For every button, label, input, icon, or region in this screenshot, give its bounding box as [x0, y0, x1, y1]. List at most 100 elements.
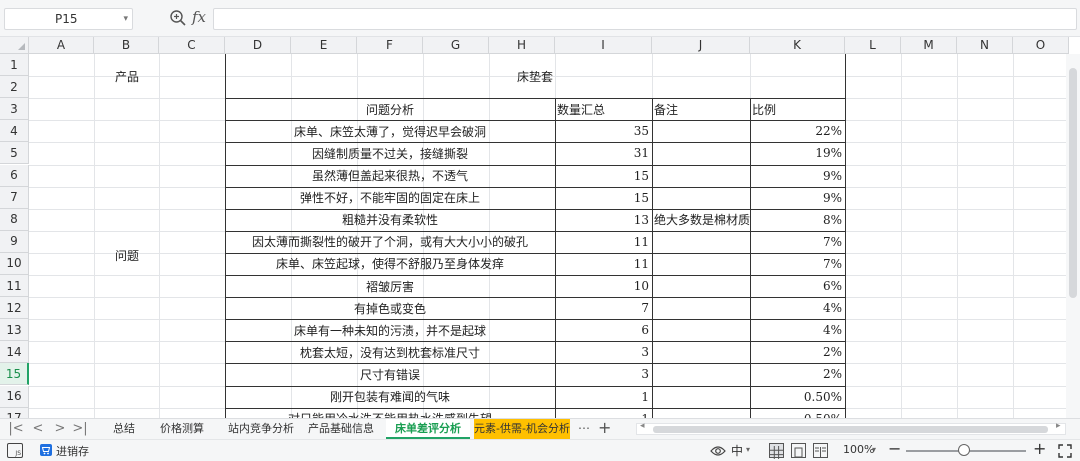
cell-count[interactable]: 35 [555, 120, 652, 142]
cell-note[interactable] [652, 363, 750, 385]
add-sheet-button[interactable]: + [598, 418, 611, 438]
input-language-label[interactable]: 中 [731, 442, 743, 459]
chevron-down-icon[interactable]: ▾ [872, 445, 876, 454]
cell-issue[interactable]: 虽然薄但盖起来很热，不透气 [225, 165, 555, 187]
cell-count[interactable]: 11 [555, 231, 652, 253]
cell-count[interactable]: 11 [555, 253, 652, 275]
row-header[interactable]: 13 [0, 319, 29, 342]
scroll-right-icon[interactable]: ▸ [1056, 421, 1061, 431]
zoom-slider-handle[interactable] [958, 444, 970, 456]
cell-count[interactable]: 3 [555, 341, 652, 363]
cell-ratio[interactable]: 8% [750, 209, 845, 231]
cell-note[interactable] [652, 297, 750, 319]
inventory-link[interactable]: 进销存 [56, 443, 89, 459]
eye-protection-icon[interactable] [710, 444, 726, 458]
cell-count[interactable]: 3 [555, 363, 652, 385]
cell-header-count[interactable]: 数量汇总 [555, 98, 652, 120]
cell-ratio[interactable]: 7% [750, 231, 845, 253]
cell-ratio[interactable]: 0.50% [750, 408, 845, 418]
column-header[interactable]: I [555, 37, 652, 54]
column-header[interactable]: E [291, 37, 357, 54]
cell-note[interactable] [652, 275, 750, 297]
cell-note[interactable] [652, 253, 750, 275]
cell-count[interactable]: 15 [555, 165, 652, 187]
row-header[interactable]: 5 [0, 142, 29, 165]
vertical-scrollbar-thumb[interactable] [1069, 68, 1077, 298]
sheet-tab[interactable]: 产品基础信息 [306, 419, 376, 439]
vertical-scrollbar[interactable] [1066, 54, 1080, 418]
column-header[interactable]: O [1013, 37, 1069, 54]
macro-icon[interactable]: JS [7, 443, 23, 458]
column-header[interactable]: N [957, 37, 1013, 54]
cell-header-note[interactable]: 备注 [652, 98, 750, 120]
row-header[interactable]: 4 [0, 120, 29, 143]
chevron-down-icon[interactable]: ▾ [123, 9, 128, 29]
cell-ratio[interactable]: 22% [750, 120, 845, 142]
cell-issue[interactable]: 床单、床笠起球，使得不舒服乃至身体发痒 [225, 253, 555, 275]
cell-ratio[interactable]: 0.50% [750, 386, 845, 408]
next-sheet-icon[interactable]: > [52, 419, 68, 439]
cell-issue[interactable]: 弹性不好，不能牢固的固定在床上 [225, 187, 555, 209]
normal-view-icon[interactable] [769, 443, 784, 459]
cell-note[interactable] [652, 319, 750, 341]
row-header[interactable]: 8 [0, 208, 29, 231]
cell-product-header[interactable]: 产品 [29, 54, 225, 98]
cell-count[interactable]: 31 [555, 142, 652, 164]
row-header[interactable]: 14 [0, 341, 29, 364]
cell-product-name[interactable]: 床垫套 [225, 54, 845, 98]
cell-note[interactable] [652, 165, 750, 187]
cell-issue-label[interactable]: 问题 [29, 98, 225, 414]
row-header[interactable]: 1 [0, 54, 29, 77]
column-header[interactable]: J [652, 37, 750, 54]
chevron-down-icon[interactable]: ▾ [746, 445, 750, 454]
cell-issue[interactable]: 有掉色或变色 [225, 297, 555, 319]
row-header[interactable]: 10 [0, 252, 29, 275]
cell-ratio[interactable]: 2% [750, 363, 845, 385]
fx-icon[interactable]: fx [192, 8, 206, 26]
scroll-left-icon[interactable]: ◂ [640, 421, 645, 431]
row-header[interactable]: 9 [0, 230, 29, 253]
cell-ratio[interactable]: 6% [750, 275, 845, 297]
cell-count[interactable]: 7 [555, 297, 652, 319]
cell-note[interactable] [652, 408, 750, 418]
cell-count[interactable]: 10 [555, 275, 652, 297]
row-header[interactable]: 15 [0, 363, 29, 386]
column-header[interactable]: M [901, 37, 957, 54]
zoom-level-label[interactable]: 100% [843, 443, 874, 456]
cell-issue[interactable]: 床单有一种未知的污渍，并不是起球 [225, 319, 555, 341]
row-header[interactable]: 3 [0, 98, 29, 121]
cell-note[interactable] [652, 231, 750, 253]
row-header[interactable]: 12 [0, 297, 29, 320]
prev-sheet-icon[interactable]: < [30, 419, 46, 439]
page-layout-view-icon[interactable] [791, 443, 806, 458]
cell-ratio[interactable]: 7% [750, 253, 845, 275]
cell-note[interactable] [652, 187, 750, 209]
reading-view-icon[interactable] [813, 443, 828, 458]
formula-input[interactable] [213, 8, 1077, 30]
cell-count[interactable]: 13 [555, 209, 652, 231]
column-header[interactable]: K [750, 37, 845, 54]
cell-issue[interactable]: 枕套太短，没有达到枕套标准尺寸 [225, 341, 555, 363]
row-header[interactable]: 6 [0, 164, 29, 187]
zoom-in-button[interactable]: + [1033, 439, 1046, 458]
column-header[interactable]: G [423, 37, 489, 54]
cell-issue[interactable]: 床单、床笠太薄了，觉得迟早会破洞 [225, 120, 555, 142]
cell-issue[interactable]: 粗糙并没有柔软性 [225, 209, 555, 231]
first-sheet-icon[interactable]: |< [8, 419, 24, 439]
sheet-tab[interactable]: 总结 [104, 419, 144, 439]
cell-ratio[interactable]: 19% [750, 142, 845, 164]
row-header[interactable]: 11 [0, 275, 29, 298]
cell-ratio[interactable]: 9% [750, 165, 845, 187]
cell-count[interactable]: 6 [555, 319, 652, 341]
column-header[interactable]: F [357, 37, 423, 54]
cell-note[interactable] [652, 142, 750, 164]
zoom-formula-icon[interactable] [169, 9, 187, 27]
cell-ratio[interactable]: 4% [750, 319, 845, 341]
sheet-tab[interactable]: 床单差评分析 [386, 419, 470, 439]
select-all-corner[interactable] [0, 37, 29, 54]
horizontal-scrollbar-thumb[interactable] [653, 426, 1048, 433]
cell-count[interactable]: 1 [555, 386, 652, 408]
cell-issue[interactable]: 因太薄而撕裂性的破开了个洞，或有大大小小的破孔 [225, 231, 555, 253]
cell-header-ratio[interactable]: 比例 [750, 98, 845, 120]
column-header[interactable]: L [845, 37, 901, 54]
